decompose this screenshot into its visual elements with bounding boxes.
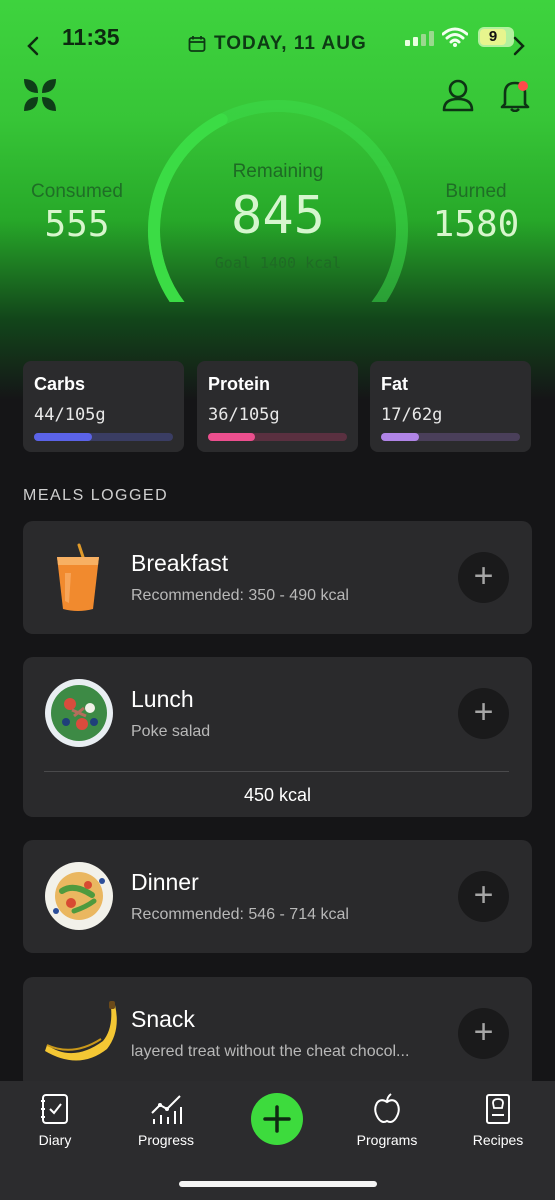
meal-name: Dinner — [131, 869, 199, 895]
plus-icon: + — [473, 693, 494, 731]
nav-label: Programs — [356, 1132, 418, 1148]
macro-value: 17/62g — [381, 405, 443, 425]
poke-salad-icon — [45, 679, 113, 747]
profile-icon[interactable] — [441, 78, 475, 112]
meal-recommendation: Recommended: 350 - 490 kcal — [131, 587, 349, 604]
macro-progress-track — [381, 433, 520, 441]
meal-description: layered treat without the cheat chocol..… — [131, 1043, 410, 1060]
add-snack-button[interactable]: + — [458, 1008, 509, 1059]
add-lunch-button[interactable]: + — [458, 688, 509, 739]
macro-name: Protein — [208, 374, 271, 394]
plus-icon: + — [473, 557, 494, 595]
calendar-icon — [188, 36, 206, 52]
macro-card-fat[interactable]: Fat 17/62g — [370, 361, 531, 452]
nav-label: Recipes — [472, 1132, 524, 1148]
consumed-value: 555 — [44, 204, 110, 245]
plus-icon — [263, 1105, 291, 1133]
plus-icon: + — [473, 876, 494, 914]
battery-icon: 9 — [478, 27, 514, 47]
macro-card-protein[interactable]: Protein 36/105g — [197, 361, 358, 452]
meal-card-lunch[interactable]: Lunch Poke salad + 450 kcal — [23, 657, 532, 817]
macro-progress-fill — [208, 433, 256, 441]
date-label: TODAY, 11 AUG — [214, 33, 367, 54]
meal-calories: 450 kcal — [243, 785, 312, 805]
remaining-value: 845 — [231, 186, 325, 246]
date-selector[interactable]: TODAY, 11 AUG — [188, 33, 367, 55]
iced-drink-icon — [57, 543, 99, 611]
app-logo-icon — [24, 79, 56, 111]
dinner-plate-icon — [45, 862, 113, 930]
macro-name: Fat — [381, 374, 408, 394]
meal-description: Poke salad — [131, 723, 211, 740]
notification-badge — [518, 81, 528, 91]
burned-label: Burned — [445, 181, 507, 202]
burned-value: 1580 — [432, 204, 520, 245]
wifi-icon — [442, 27, 468, 47]
consumed-label: Consumed — [31, 181, 123, 202]
add-breakfast-button[interactable]: + — [458, 552, 509, 603]
banana-icon — [45, 1001, 117, 1061]
meal-name: Lunch — [131, 686, 194, 712]
diary-icon — [41, 1094, 68, 1124]
chevron-left-icon[interactable] — [26, 36, 40, 56]
meal-card-snack[interactable]: Snack layered treat without the cheat ch… — [23, 977, 532, 1090]
status-time: 11:35 — [62, 24, 120, 50]
meal-divider — [44, 771, 509, 772]
meal-name: Snack — [131, 1006, 195, 1032]
chevron-right-icon[interactable] — [512, 36, 526, 56]
meal-name: Breakfast — [131, 550, 229, 576]
macro-value: 44/105g — [34, 405, 106, 425]
cellular-signal-icon — [405, 31, 434, 46]
home-indicator — [179, 1181, 377, 1187]
calorie-goal: Goal 1400 kcal — [214, 254, 342, 272]
meal-recommendation: Recommended: 546 - 714 kcal — [131, 906, 349, 923]
macro-card-carbs[interactable]: Carbs 44/105g — [23, 361, 184, 452]
nav-label: Diary — [38, 1132, 72, 1148]
plus-icon: + — [473, 1013, 494, 1051]
meal-card-breakfast[interactable]: Breakfast Recommended: 350 - 490 kcal + — [23, 521, 532, 634]
macro-progress-track — [34, 433, 173, 441]
macro-name: Carbs — [34, 374, 86, 394]
meal-card-dinner[interactable]: Dinner Recommended: 546 - 714 kcal + — [23, 840, 532, 953]
add-dinner-button[interactable]: + — [458, 871, 509, 922]
recipe-book-icon — [486, 1094, 510, 1124]
macro-value: 36/105g — [208, 405, 280, 425]
macro-progress-fill — [381, 433, 419, 441]
remaining-label: Remaining — [232, 161, 324, 182]
nav-label: Progress — [137, 1132, 195, 1148]
meals-section-title: MEALS LOGGED — [23, 487, 169, 504]
apple-icon — [374, 1093, 400, 1123]
quick-add-button[interactable] — [251, 1093, 303, 1145]
macro-progress-fill — [34, 433, 93, 441]
macro-progress-track — [208, 433, 347, 441]
progress-chart-icon — [151, 1095, 182, 1124]
